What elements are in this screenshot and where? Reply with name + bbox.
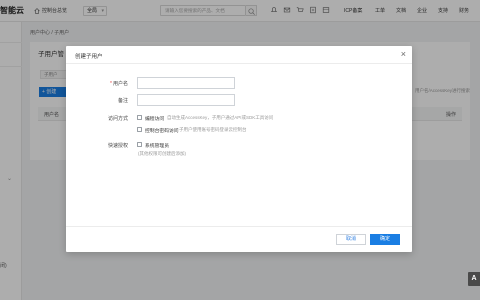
dialog-title: 创建子用户: [75, 54, 103, 60]
username-label: *用户名: [88, 80, 128, 87]
close-icon[interactable]: ×: [401, 49, 406, 59]
remark-input[interactable]: [137, 94, 235, 106]
quick-authorization-label: 快速授权: [107, 143, 128, 149]
console-password-access-desc: 子用户使用账号密码登录云控制台: [179, 127, 247, 132]
cancel-button[interactable]: 取消: [336, 234, 366, 245]
programmatic-access-title: 编程访问: [145, 117, 165, 122]
quick-authorization-hint: (其他权限可创建后添加): [138, 151, 186, 156]
access-method-label: 访问方式: [107, 116, 128, 122]
console-password-access-title: 控制台密码访问: [145, 129, 179, 134]
programmatic-access-checkbox[interactable]: [137, 115, 142, 120]
username-input[interactable]: [137, 77, 235, 89]
create-sub-user-dialog: 创建子用户 × *用户名 备注 访问方式 编程访问 自动生成AccessKey，…: [66, 46, 412, 252]
system-admin-title: 系统管理员: [145, 144, 169, 149]
console-password-access-checkbox[interactable]: [137, 127, 142, 132]
username-label-text: 用户名: [112, 81, 128, 87]
remark-label: 备注: [117, 98, 128, 104]
programmatic-access-desc: 自动生成AccessKey，子用户通过API或SDK工具访问: [167, 115, 274, 120]
dialog-header: 创建子用户 ×: [66, 46, 412, 64]
dialog-footer: 取消 确定: [66, 226, 412, 252]
required-mark: *: [110, 81, 112, 87]
confirm-button[interactable]: 确定: [370, 234, 400, 245]
system-admin-checkbox[interactable]: [137, 142, 142, 147]
floating-assistant-badge[interactable]: A: [468, 272, 480, 286]
